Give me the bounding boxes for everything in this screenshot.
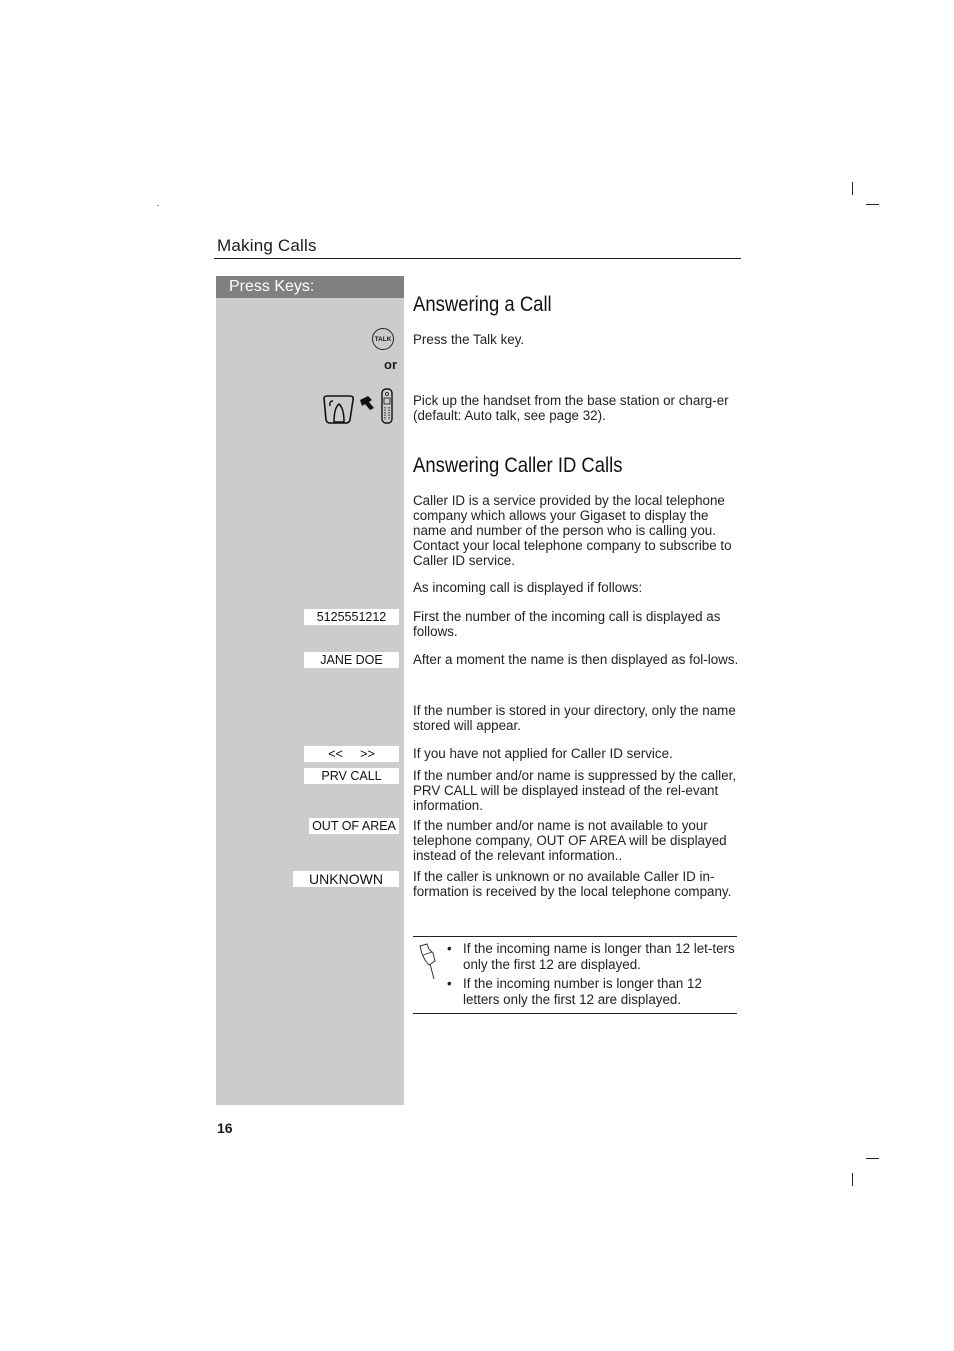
note-bottom-rule bbox=[413, 1013, 737, 1014]
crop-mark bbox=[852, 182, 853, 195]
note-top-rule bbox=[413, 936, 737, 937]
row-text: After a moment the name is then displaye… bbox=[413, 652, 739, 667]
row-text: If the number is stored in your director… bbox=[413, 703, 736, 733]
display-out-of-area: OUT OF AREA bbox=[309, 818, 399, 834]
page-number: 16 bbox=[217, 1120, 233, 1136]
crop-mark bbox=[852, 1173, 853, 1186]
note-item: If the incoming name is longer than 12 l… bbox=[447, 941, 739, 973]
row-text: If the number and/or name is not availab… bbox=[413, 818, 727, 863]
display-no-service: << >> bbox=[304, 746, 399, 762]
handset-icon bbox=[381, 388, 393, 424]
press-keys-heading: Press Keys: bbox=[216, 276, 404, 298]
incoming-display-intro: As incoming call is displayed if follows… bbox=[413, 580, 643, 595]
caller-id-intro: Caller ID is a service provided by the l… bbox=[413, 493, 732, 568]
talk-instruction: Press the Talk key. bbox=[413, 332, 525, 347]
base-station-icon bbox=[323, 395, 354, 424]
crop-mark bbox=[866, 204, 879, 205]
arrow-icon bbox=[360, 396, 374, 410]
display-name: JANE DOE bbox=[304, 652, 399, 668]
pickup-instruction: Pick up the handset from the base statio… bbox=[413, 393, 729, 423]
row-text: If the number and/or name is suppressed … bbox=[413, 768, 737, 813]
note-item: If the incoming number is longer than 12… bbox=[447, 976, 739, 1008]
handset-pickup-icon bbox=[323, 388, 393, 424]
section-heading-answering-call: Answering a Call bbox=[413, 293, 552, 316]
header-divider bbox=[214, 258, 741, 259]
row-text: First the number of the incoming call is… bbox=[413, 609, 721, 639]
note-list: If the incoming name is longer than 12 l… bbox=[447, 941, 739, 1011]
or-label: or bbox=[384, 357, 397, 372]
section-title: Making Calls bbox=[217, 236, 317, 255]
talk-key-icon: TALK bbox=[372, 328, 394, 350]
pushpin-note-icon bbox=[419, 943, 436, 980]
crop-mark bbox=[866, 1158, 879, 1159]
display-number: 5125551212 bbox=[304, 609, 399, 625]
row-text: If you have not applied for Caller ID se… bbox=[413, 746, 673, 761]
row-text: If the caller is unknown or no available… bbox=[413, 869, 732, 899]
crop-mark bbox=[157, 205, 159, 206]
section-heading-caller-id: Answering Caller ID Calls bbox=[413, 454, 623, 477]
display-unknown: UNKNOWN bbox=[293, 871, 399, 887]
display-private-call: PRV CALL bbox=[304, 768, 399, 784]
